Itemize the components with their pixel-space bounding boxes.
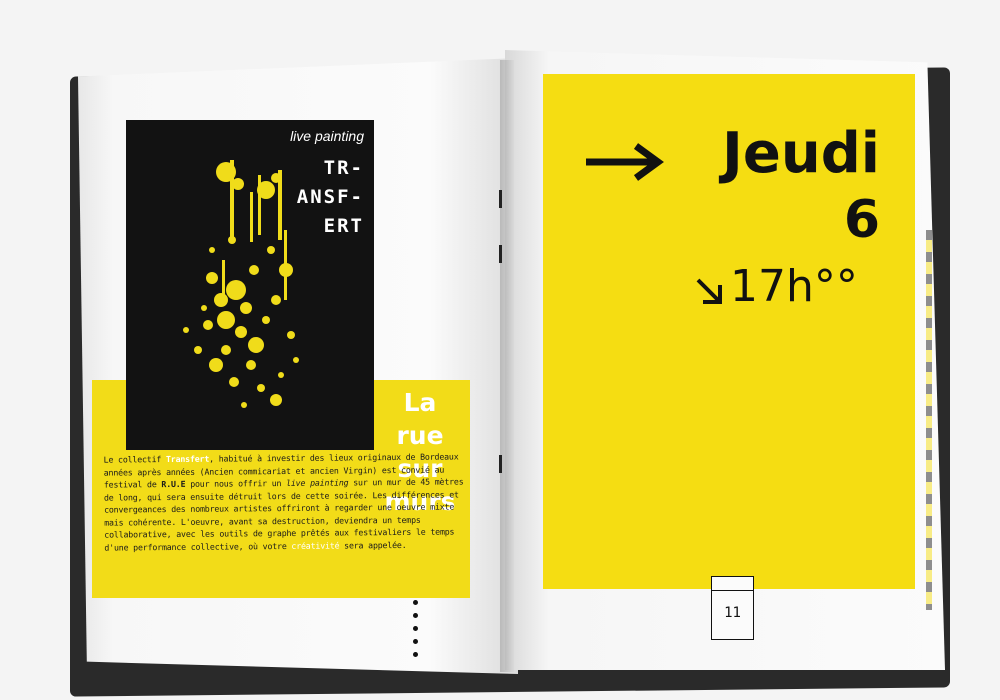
festival-name: R.U.E <box>161 478 186 490</box>
dot <box>413 613 418 618</box>
gutter-mark <box>499 455 502 473</box>
arrow-right-icon <box>586 143 664 181</box>
gutter-mark <box>499 190 502 208</box>
live-painting-text: live painting <box>286 477 349 488</box>
body-text: pour nous offrir un <box>185 477 287 489</box>
arrow-down-right-icon <box>696 278 722 304</box>
poster-image: live painting TR- ANSF- ERT <box>126 120 374 450</box>
article-body: Le collectif Transfert, habitué à invest… <box>104 450 465 553</box>
page-number: 11 <box>724 605 741 621</box>
poster-title-line: ANSF- <box>296 186 364 208</box>
event-time: 17h°° <box>730 261 858 312</box>
gutter-mark <box>499 245 502 263</box>
poster-subtitle: live painting <box>290 128 364 144</box>
dot <box>413 600 418 605</box>
event-date: 6 <box>843 190 880 250</box>
book-gutter <box>500 60 514 672</box>
poster-title-line: ERT <box>323 215 364 237</box>
event-day: Jeudi <box>722 121 880 186</box>
body-text: Le collectif <box>103 454 167 465</box>
dot <box>413 652 418 657</box>
page-box-tab <box>712 577 753 591</box>
dot <box>413 626 418 631</box>
body-text: sera appelée. <box>339 539 407 551</box>
edge-stripe <box>926 230 932 610</box>
dot <box>413 639 418 644</box>
heading-line: La <box>403 388 437 417</box>
creativity-highlight: créativité <box>291 540 340 551</box>
poster-title: TR- ANSF- ERT <box>297 154 364 241</box>
poster-title-line: TR- <box>323 157 364 179</box>
page-number-box: 11 <box>711 576 754 640</box>
heading-line: rue <box>396 421 444 450</box>
dot-column <box>413 600 418 665</box>
collective-name: Transfert <box>165 453 210 465</box>
